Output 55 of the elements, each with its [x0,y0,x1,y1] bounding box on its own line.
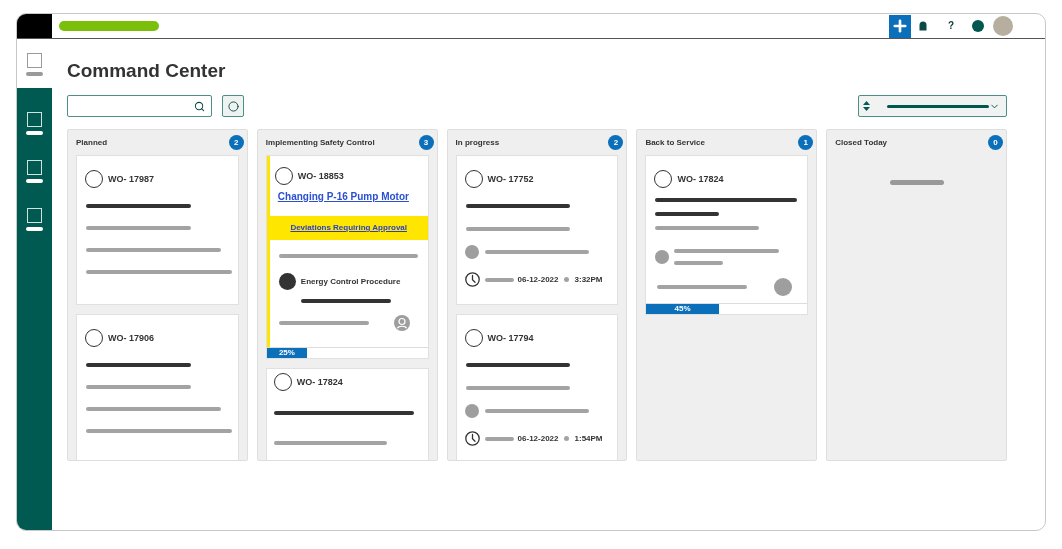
avatar-placeholder [774,278,793,296]
work-order-number: WO- 17794 [487,332,534,344]
bell-icon[interactable] [918,21,927,31]
count-badge: 0 [988,135,1003,150]
work-order-number: WO- 17824 [296,376,343,388]
work-order-number: WO- 17752 [487,173,534,185]
square-icon [27,112,42,127]
column-title: Implementing Safety Control [265,137,375,148]
procedure-name: Energy Control Procedure [300,276,401,287]
square-icon [27,53,42,68]
column-title: Planned [76,137,108,148]
avatar-placeholder [464,245,479,259]
avatar-placeholder [464,404,479,418]
due-time: 3:32PM [574,274,603,285]
user-icon [393,315,410,331]
progress-reading: 25% [278,348,295,358]
avatar-placeholder [655,250,670,264]
work-order-title-link[interactable]: Changing P-16 Pump Motor [277,191,409,203]
due-time: 1:54PM [574,433,603,444]
circle-button[interactable] [222,95,244,117]
count-badge: 3 [418,135,434,150]
circle-icon [227,100,239,112]
add-button[interactable] [888,14,911,38]
work-order-card[interactable]: WO- 17906 [76,314,239,460]
work-order-number: WO- 17824 [677,173,724,185]
column-title: Back to Service [645,137,705,148]
work-order-card[interactable]: WO- 17824 45% [645,155,809,315]
count-badge: 2 [608,135,624,150]
progress-reading: 45% [674,304,691,314]
clock-icon [464,431,480,446]
work-order-card[interactable]: WO- 17824 [265,368,429,460]
logo-placeholder [17,14,52,38]
work-order-card[interactable]: WO- 17794 06-12-2022 1:54PM [455,314,619,460]
search-icon [194,100,205,112]
deviations-link[interactable]: Deviations Requiring Approval [290,223,407,233]
due-date: 06-12-2022 [517,274,559,285]
sort-dropdown[interactable] [858,95,1007,117]
work-order-number: WO- 17906 [108,332,155,344]
work-order-card[interactable]: WO- 17752 06-12-2022 3:32PM [455,155,619,305]
search-field[interactable] [67,95,212,117]
column-title: Closed Today [835,137,888,148]
help-button[interactable]: ? [947,20,954,32]
work-order-card[interactable]: WO- 17987 [76,155,239,305]
count-badge: 2 [228,135,244,150]
work-order-card[interactable]: WO- 18853 Changing P-16 Pump Motor Deviations Requiring Approval Energy Control Procedure 25% [265,155,429,359]
due-date: 06-12-2022 [517,433,559,444]
count-badge: 1 [798,135,814,150]
sort-icon [863,101,870,111]
clock-icon [464,272,480,287]
column-title: In progress [455,137,500,148]
page-title: Command Center [67,59,226,83]
square-icon [27,208,42,223]
work-order-number: WO- 17987 [108,173,155,185]
square-icon [27,160,42,175]
work-order-number: WO- 18853 [297,170,344,182]
